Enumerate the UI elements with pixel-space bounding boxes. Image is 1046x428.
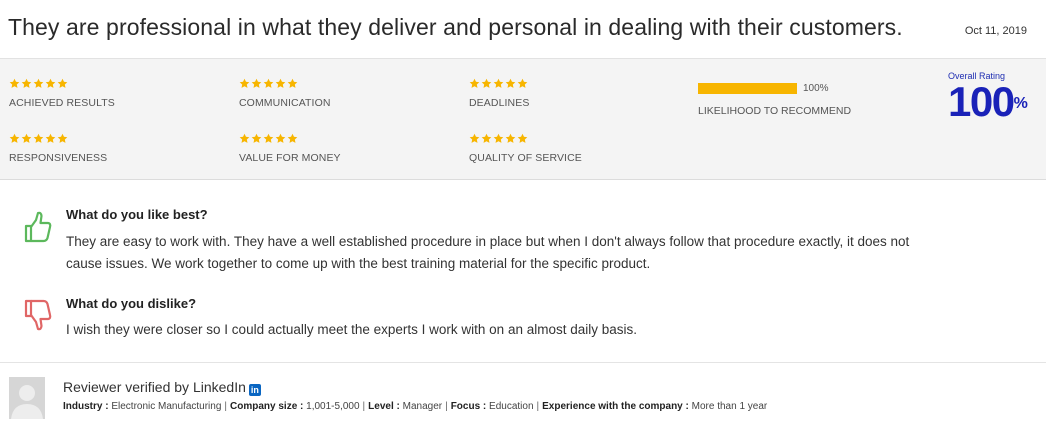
review-date: Oct 11, 2019	[964, 25, 1027, 37]
reviewer-verified: Reviewer verified by LinkedIn in	[63, 379, 261, 396]
overall-rating-number: 100	[948, 78, 1015, 125]
star-icon	[505, 78, 516, 89]
ratings-panel: ACHIEVED RESULTS COMMUNICATION DEADLINES…	[0, 58, 1046, 180]
review-title: They are professional in what they deliv…	[8, 14, 903, 40]
rating-achieved-results: ACHIEVED RESULTS	[9, 78, 115, 109]
star-icon	[469, 78, 480, 89]
star-icon	[33, 78, 44, 89]
rating-communication: COMMUNICATION	[239, 78, 331, 109]
star-icon	[493, 78, 504, 89]
rating-deadlines: DEADLINES	[469, 78, 529, 109]
star-icon	[9, 133, 20, 144]
star-icon	[263, 78, 274, 89]
overall-rating: Overall Rating 100%	[948, 71, 1038, 123]
separator: |	[536, 401, 540, 412]
star-icon	[287, 78, 298, 89]
star-icon	[287, 133, 298, 144]
rating-label: RESPONSIVENESS	[9, 152, 108, 164]
star-icon	[275, 78, 286, 89]
focus-value: Education	[489, 401, 534, 412]
star-icon	[275, 133, 286, 144]
reviewer-verified-text: Reviewer verified by LinkedIn	[63, 379, 246, 395]
level-value: Manager	[402, 401, 443, 412]
star-icon	[239, 133, 250, 144]
star-icon	[251, 78, 262, 89]
industry-value: Electronic Manufacturing	[111, 401, 222, 412]
star-icon	[45, 78, 56, 89]
rating-responsiveness: RESPONSIVENESS	[9, 133, 107, 164]
star-icon	[21, 78, 32, 89]
rating-quality-of-service: QUALITY OF SERVICE	[469, 133, 582, 164]
recommend-meter: 100%	[698, 80, 829, 98]
experience-value: More than 1 year	[691, 401, 768, 412]
star-rating	[469, 78, 529, 92]
star-rating	[9, 78, 115, 92]
star-icon	[517, 78, 528, 89]
company-size-value: 1,001-5,000	[306, 401, 360, 412]
industry-key: Industry :	[63, 401, 109, 412]
user-avatar-placeholder	[9, 377, 45, 419]
thumbs-down-icon	[23, 297, 53, 331]
rating-label: ACHIEVED RESULTS	[9, 97, 115, 109]
star-icon	[517, 133, 528, 144]
overall-rating-value: 100%	[948, 81, 1038, 123]
reviewer-details: Industry : Electronic Manufacturing | Comp…	[63, 401, 767, 412]
dislike-answer: I wish they were closer so I could actua…	[66, 322, 638, 337]
dislike-question: What do you dislike?	[66, 296, 197, 311]
review-header: They are professional in what they deliv…	[0, 0, 1046, 58]
star-icon	[57, 78, 68, 89]
rating-label: QUALITY OF SERVICE	[469, 152, 582, 164]
star-icon	[493, 133, 504, 144]
star-icon	[481, 133, 492, 144]
star-rating	[239, 133, 341, 147]
star-rating	[239, 78, 331, 92]
rating-value-for-money: VALUE FOR MONEY	[239, 133, 341, 164]
thumbs-up-icon	[23, 211, 53, 245]
experience-key: Experience with the company :	[542, 401, 689, 412]
rating-label: DEADLINES	[469, 97, 530, 109]
separator: |	[224, 401, 228, 412]
star-icon	[33, 133, 44, 144]
linkedin-icon[interactable]: in	[248, 384, 261, 396]
separator: |	[445, 401, 448, 412]
star-icon	[469, 133, 480, 144]
recommend-percent: 100%	[803, 83, 829, 95]
star-rating	[469, 133, 582, 147]
star-icon	[9, 78, 20, 89]
section-divider	[0, 362, 1046, 363]
overall-rating-unit: %	[1013, 95, 1028, 112]
star-icon	[45, 133, 56, 144]
rating-label: COMMUNICATION	[239, 97, 331, 109]
like-question: What do you like best?	[66, 207, 208, 222]
recommend-label: LIKELIHOOD TO RECOMMEND	[698, 105, 852, 117]
star-icon	[21, 133, 32, 144]
recommend-bar	[698, 83, 797, 95]
star-icon	[251, 133, 262, 144]
company-size-key: Company size :	[230, 401, 304, 412]
focus-key: Focus :	[450, 401, 487, 412]
star-icon	[481, 78, 492, 89]
level-key: Level :	[368, 401, 400, 412]
star-icon	[263, 133, 274, 144]
star-rating	[9, 133, 107, 147]
like-answer: They are easy to work with. They have a …	[66, 234, 910, 271]
star-icon	[57, 133, 68, 144]
separator: |	[362, 401, 366, 412]
star-icon	[505, 133, 516, 144]
rating-label: VALUE FOR MONEY	[239, 152, 341, 164]
star-icon	[239, 78, 250, 89]
